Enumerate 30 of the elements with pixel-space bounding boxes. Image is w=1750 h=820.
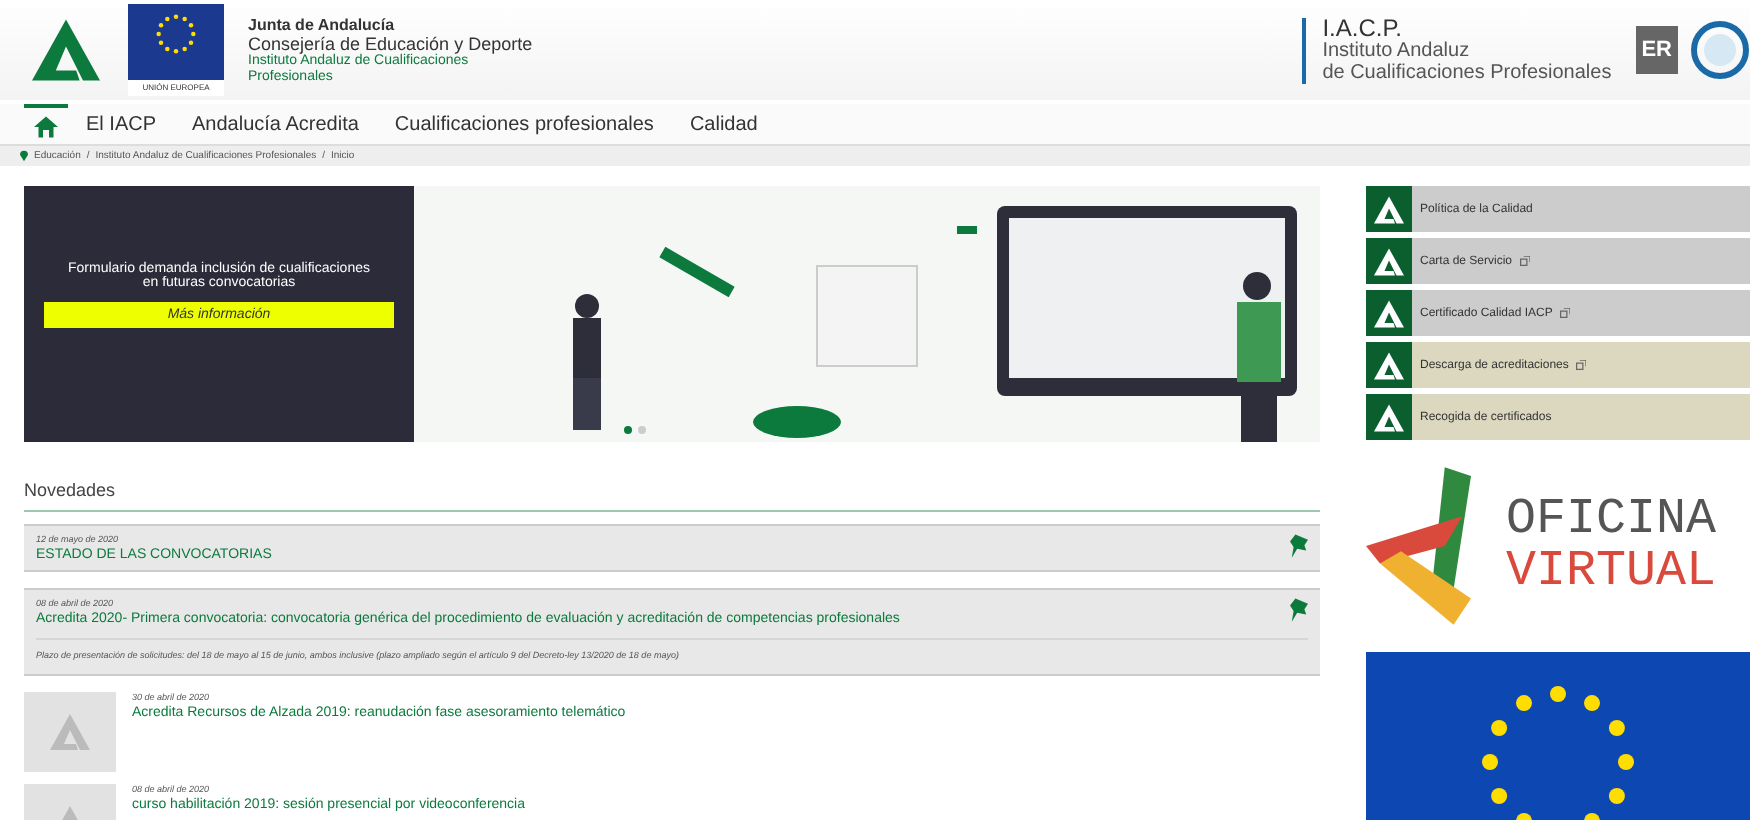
logo-icon[interactable] xyxy=(1374,195,1404,223)
pin-icon xyxy=(1290,534,1308,560)
nav-tab[interactable]: Calidad xyxy=(671,104,776,144)
brand-title: I.A.C.P. xyxy=(1322,17,1404,39)
nav-tab[interactable]: Andalucía Acredita xyxy=(174,104,377,144)
home-icon[interactable] xyxy=(34,115,58,137)
nav-tab[interactable]: El IACP xyxy=(68,104,175,144)
carousel-dot[interactable] xyxy=(624,426,632,434)
seal-icon xyxy=(1690,20,1750,80)
carousel-dot[interactable] xyxy=(638,426,646,434)
brand-subtitle: de Cualificaciones Profesionales xyxy=(1322,61,1612,83)
external-link-icon[interactable] xyxy=(1520,256,1531,266)
pin-icon xyxy=(1290,598,1308,624)
section-heading: Novedades xyxy=(24,480,116,500)
logo-icon[interactable] xyxy=(1374,351,1404,379)
virtual-office-title[interactable]: OFICINA xyxy=(1506,494,1717,546)
logo-icon xyxy=(50,714,90,750)
logo-icon[interactable] xyxy=(1374,299,1404,327)
brand-subtitle: Instituto Andaluz xyxy=(1322,39,1472,61)
logo-icon[interactable] xyxy=(1374,403,1404,431)
department-name: Consejería de Educación y Deporte xyxy=(248,33,535,53)
external-link-icon[interactable] xyxy=(1560,308,1571,318)
external-link-icon[interactable] xyxy=(1576,360,1587,370)
certification-badge: ER xyxy=(1635,26,1678,74)
logo-icon[interactable] xyxy=(1374,247,1404,275)
virtual-office-title[interactable]: VIRTUAL xyxy=(1506,546,1717,598)
nav-tab[interactable]: Cualificaciones profesionales xyxy=(376,104,672,144)
location-pin-icon xyxy=(20,150,28,162)
org-name: Junta de Andalucía xyxy=(248,15,397,33)
logo-icon xyxy=(32,18,100,82)
